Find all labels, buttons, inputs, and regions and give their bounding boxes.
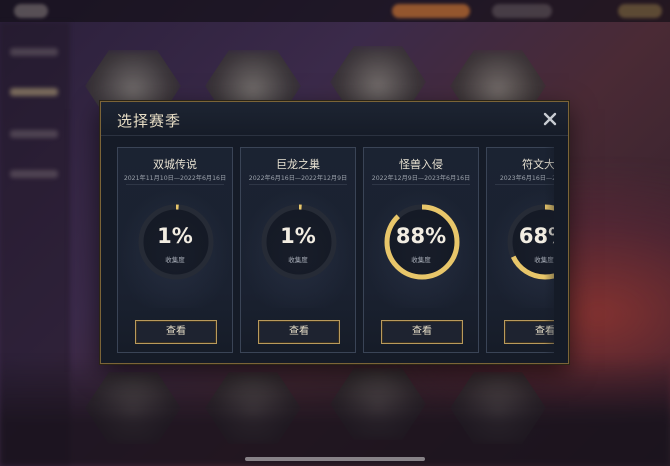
season-card[interactable]: 巨龙之巢 2022年6月16日—2022年12月9日 1% 收集度 查看 [240,147,356,353]
season-name: 符文大陆 [522,158,554,171]
background-topbar-item [392,4,470,18]
collection-label: 收集度 [165,256,185,264]
close-icon [543,112,557,126]
season-name: 双城传说 [153,158,197,171]
season-dates: 2022年12月9日—2023年6月16日 [371,175,471,182]
background-sidebar-item [10,48,58,56]
background-topbar-item [618,4,662,18]
divider [495,184,554,185]
background-topbar-item [14,4,48,18]
collection-label: 收集度 [534,256,554,264]
view-button[interactable]: 查看 [135,320,217,344]
close-button[interactable] [540,109,560,129]
collection-percent: 1% [157,224,193,248]
dialog-header: 选择赛季 [101,102,568,136]
collection-label: 收集度 [288,256,308,264]
background-city [0,356,670,466]
divider [126,184,224,185]
season-card[interactable]: 怪兽入侵 2022年12月9日—2023年6月16日 88% 收集度 查看 [363,147,479,353]
season-card[interactable]: 双城传说 2021年11月10日—2022年6月16日 1% 收集度 查看 [117,147,233,353]
background-sidebar-item [10,130,58,138]
background-topbar-item [492,4,552,18]
background-topbar [0,0,670,22]
season-dates: 2022年6月16日—2022年12月9日 [248,175,348,182]
background-sidebar-item [10,170,58,178]
view-button[interactable]: 查看 [258,320,340,344]
collection-label: 收集度 [411,256,431,264]
divider [249,184,347,185]
divider [372,184,470,185]
season-name: 巨龙之巢 [276,158,320,171]
dialog-title: 选择赛季 [117,112,182,130]
season-card-list[interactable]: 双城传说 2021年11月10日—2022年6月16日 1% 收集度 查看 巨龙… [117,147,554,353]
view-button[interactable]: 查看 [381,320,463,344]
collection-percent: 68% [518,224,554,248]
collection-percent: 1% [280,224,316,248]
season-name: 怪兽入侵 [399,158,443,171]
home-indicator [245,457,425,461]
background-sidebar-item [10,88,58,96]
collection-percent: 88% [395,224,447,248]
view-button[interactable]: 查看 [504,320,554,344]
select-season-dialog: 选择赛季 双城传说 2021年11月10日—2022年6月16日 1% 收集度 … [100,101,569,364]
season-card[interactable]: 符文大陆 2023年6月16日—2023年12月 68% 收集度 查看 [486,147,554,353]
season-dates: 2021年11月10日—2022年6月16日 [123,175,227,182]
season-dates: 2023年6月16日—2023年12月 [499,175,554,182]
